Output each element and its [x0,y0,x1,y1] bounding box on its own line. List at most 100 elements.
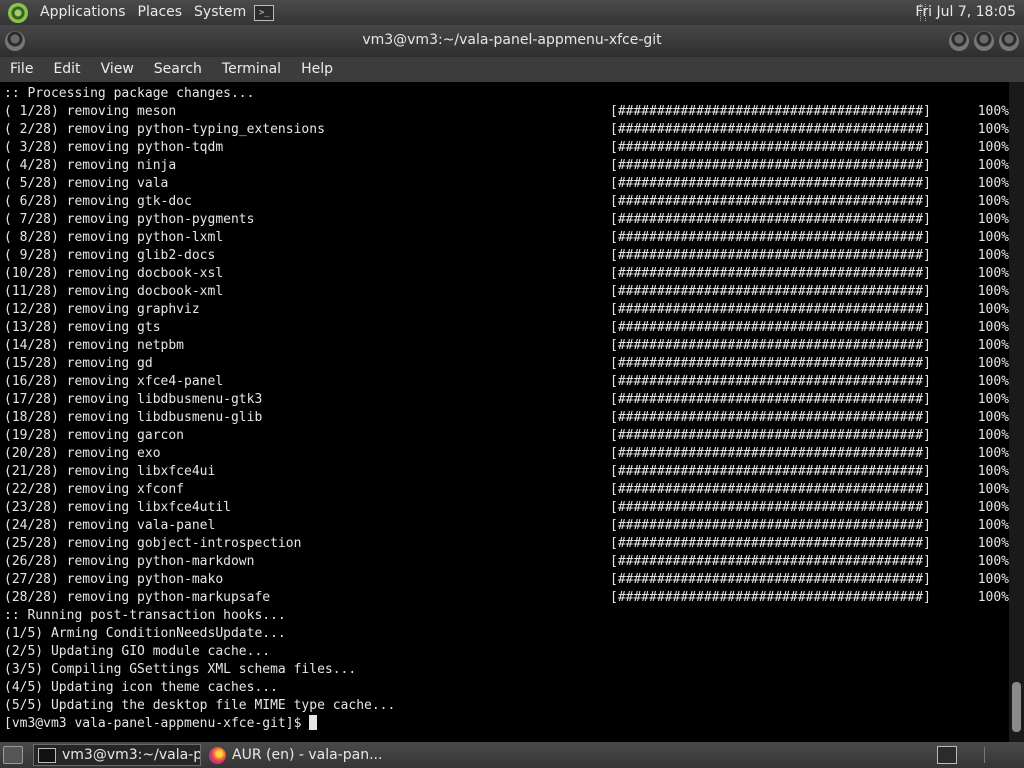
terminal-line-text: (17/28) removing libdbusmenu-gtk3 [4,392,263,407]
progress-percent: 100% [977,392,1009,407]
top-panel: Applications Places System >_ Fri Jul 7,… [0,0,1024,25]
progress-bar-text: [#######################################… [610,194,931,209]
terminal-line: :: Processing package changes... [4,85,1009,103]
progress-bar-text: [#######################################… [610,554,931,569]
progress-bar-text: [#######################################… [610,248,931,263]
progress-bar-text: [#######################################… [610,104,931,119]
terminal-line-text: (4/5) Updating icon theme caches... [4,680,278,695]
taskbar-item-firefox[interactable]: AUR (en) - vala-pan... [205,744,405,766]
terminal-line: (25/28) removing gobject-introspection [#… [4,535,1009,553]
applications-menu[interactable]: Applications [34,0,132,25]
terminal-line-text: (26/28) removing python-markdown [4,554,255,569]
progress-bar-text: [#######################################… [610,518,931,533]
terminal-line-text: (5/5) Updating the desktop file MIME typ… [4,698,396,713]
progress-percent: 100% [977,374,1009,389]
menu-view[interactable]: View [91,57,144,82]
tray-separator [984,747,985,763]
firefox-icon [209,746,226,764]
terminal-line-text: (21/28) removing libxfce4ui [4,464,216,479]
terminal-line-text: ( 2/28) removing python-typing_extension… [4,122,325,137]
tray-terminal-icon[interactable] [937,746,957,764]
terminal-line-text: (28/28) removing python-markupsafe [4,590,271,605]
terminal-line: ( 3/28) removing python-tqdm [###########… [4,139,1009,157]
terminal-scrollbar[interactable] [1009,82,1024,742]
terminal-line: (18/28) removing libdbusmenu-glib [######… [4,409,1009,427]
terminal-line: ( 7/28) removing python-pygments [#######… [4,211,1009,229]
system-menu[interactable]: System [188,0,252,25]
progress-bar-text: [#######################################… [610,230,931,245]
taskbar-item-label: AUR (en) - vala-pan... [232,747,383,763]
terminal-line-text: (19/28) removing garcon [4,428,185,443]
progress-percent: 100% [977,482,1009,497]
terminal-line: ( 8/28) removing python-lxml [###########… [4,229,1009,247]
terminal-line-text: (25/28) removing gobject-introspection [4,536,302,551]
progress-percent: 100% [977,104,1009,119]
progress-percent: 100% [977,320,1009,335]
progress-bar-text: [#######################################… [610,392,931,407]
progress-bar-text: [#######################################… [610,302,931,317]
menu-help[interactable]: Help [291,57,343,82]
terminal-prompt-line[interactable]: [vm3@vm3 vala-panel-appmenu-xfce-git]$ [4,715,1009,733]
terminal-line: (22/28) removing xfconf [################… [4,481,1009,499]
terminal-output[interactable]: :: Processing package changes...( 1/28) … [0,82,1024,742]
maximize-button[interactable] [974,31,994,51]
progress-bar-text: [#######################################… [610,428,931,443]
terminal-line-text: (13/28) removing gts [4,320,161,335]
taskbar-item-label: vm3@vm3:~/vala-p... [62,747,201,763]
menu-terminal[interactable]: Terminal [212,57,291,82]
progress-percent: 100% [977,590,1009,605]
terminal-launcher-icon[interactable]: >_ [254,4,275,21]
terminal-line-text: (20/28) removing exo [4,446,161,461]
terminal-line-text: (16/28) removing xfce4-panel [4,374,224,389]
progress-bar-text: [#######################################… [610,158,931,173]
window-titlebar[interactable]: vm3@vm3:~/vala-panel-appmenu-xfce-git [0,25,1024,57]
progress-bar-text: [#######################################… [610,590,931,605]
scrollbar-thumb[interactable] [1012,682,1021,732]
terminal-line: ( 1/28) removing meson [#################… [4,103,1009,121]
progress-bar-text: [#######################################… [610,266,931,281]
progress-bar-text: [#######################################… [610,500,931,515]
progress-bar-text: [#######################################… [610,410,931,425]
terminal-line: (27/28) removing python-mako [###########… [4,571,1009,589]
terminal-line: (20/28) removing exo [###################… [4,445,1009,463]
progress-percent: 100% [977,446,1009,461]
terminal-line: (4/5) Updating icon theme caches... [4,679,1009,697]
progress-bar-text: [#######################################… [610,446,931,461]
terminal-line-text: (14/28) removing netpbm [4,338,185,353]
terminal-line-text: (24/28) removing vala-panel [4,518,216,533]
terminal-line-text: (18/28) removing libdbusmenu-glib [4,410,263,425]
terminal-icon [38,747,56,763]
terminal-line-text: ( 1/28) removing meson [4,104,177,119]
progress-percent: 100% [977,500,1009,515]
shell-prompt: [vm3@vm3 vala-panel-appmenu-xfce-git]$ [4,716,310,731]
progress-percent: 100% [977,194,1009,209]
terminal-line-text: (23/28) removing libxfce4util [4,500,231,515]
terminal-line-text: (11/28) removing docbook-xml [4,284,224,299]
terminal-line: :: Running post-transaction hooks... [4,607,1009,625]
terminal-line: (24/28) removing vala-panel [############… [4,517,1009,535]
minimize-button[interactable] [949,31,969,51]
terminal-line-text: ( 6/28) removing gtk-doc [4,194,192,209]
text-cursor [309,715,318,730]
show-desktop-icon[interactable] [3,746,23,764]
terminal-line: (12/28) removing graphviz [##############… [4,301,1009,319]
terminal-line: (2/5) Updating GIO module cache... [4,643,1009,661]
terminal-line-text: (15/28) removing gd [4,356,153,371]
close-button[interactable] [999,31,1019,51]
window-title: vm3@vm3:~/vala-panel-appmenu-xfce-git [362,32,662,48]
progress-bar-text: [#######################################… [610,320,931,335]
distro-logo-icon[interactable] [8,2,28,23]
taskbar-item-terminal[interactable]: vm3@vm3:~/vala-p... [33,744,201,766]
places-menu[interactable]: Places [132,0,189,25]
terminal-line: (17/28) removing libdbusmenu-gtk3 [######… [4,391,1009,409]
progress-bar-text: [#######################################… [610,572,931,587]
menubar: File Edit View Search Terminal Help [0,57,1024,82]
menu-search[interactable]: Search [144,57,212,82]
menu-file[interactable]: File [0,57,43,82]
terminal-line: (10/28) removing docbook-xsl [###########… [4,265,1009,283]
clock[interactable]: Fri Jul 7, 18:05 [915,0,1016,25]
progress-percent: 100% [977,536,1009,551]
terminal-line-text: ( 9/28) removing glib2-docs [4,248,216,263]
terminal-line: (13/28) removing gts [###################… [4,319,1009,337]
menu-edit[interactable]: Edit [43,57,90,82]
